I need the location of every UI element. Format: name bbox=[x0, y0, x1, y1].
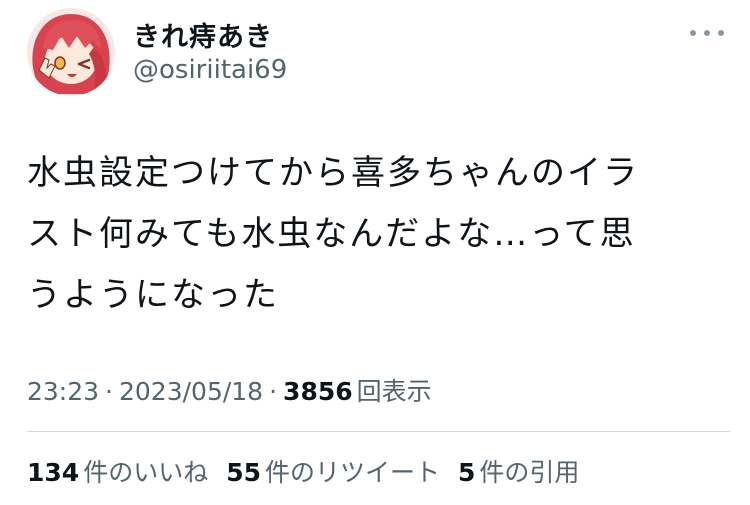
view-count: 3856 bbox=[283, 377, 353, 406]
more-dot bbox=[704, 30, 710, 36]
view-count-label: 回表示 bbox=[356, 377, 432, 406]
tweet-text: 水虫設定つけてから喜多ちゃんのイラ スト何みても水虫なんだよな…って思 うように… bbox=[27, 143, 732, 326]
more-dot bbox=[690, 30, 696, 36]
meta-separator: · bbox=[269, 377, 278, 406]
tweet-date[interactable]: 2023/05/18 bbox=[119, 377, 263, 406]
more-icon[interactable] bbox=[690, 22, 724, 44]
tweet-time[interactable]: 23:23 bbox=[27, 377, 99, 406]
divider bbox=[27, 431, 730, 432]
retweets-count: 55 bbox=[226, 458, 261, 487]
tweet-line: スト何みても水虫なんだよな…って思 bbox=[27, 214, 636, 254]
quotes-stat[interactable]: 5 件の引用 bbox=[458, 453, 579, 489]
avatar-icon bbox=[27, 8, 115, 96]
engagement-stats: 134 件のいいね 55 件のリツイート 5 件の引用 bbox=[27, 453, 597, 489]
user-handle[interactable]: @osiriitai69 bbox=[133, 55, 287, 85]
tweet-line: うようになった bbox=[27, 275, 279, 315]
quotes-label: 件の引用 bbox=[479, 458, 580, 487]
retweets-label: 件のリツイート bbox=[265, 458, 441, 487]
quotes-count: 5 bbox=[458, 458, 476, 487]
tweet-meta: 23:23 · 2023/05/18 · 3856 回表示 bbox=[27, 372, 432, 408]
meta-separator: · bbox=[105, 377, 113, 406]
tweet-line: 水虫設定つけてから喜多ちゃんのイラ bbox=[27, 153, 639, 193]
likes-stat[interactable]: 134 件のいいね bbox=[27, 453, 208, 489]
retweets-stat[interactable]: 55 件のリツイート bbox=[226, 453, 440, 489]
more-dot bbox=[718, 30, 724, 36]
display-name[interactable]: きれ痔あき bbox=[133, 15, 273, 54]
likes-count: 134 bbox=[27, 458, 80, 487]
avatar[interactable] bbox=[27, 8, 115, 96]
likes-label: 件のいいね bbox=[83, 458, 209, 487]
